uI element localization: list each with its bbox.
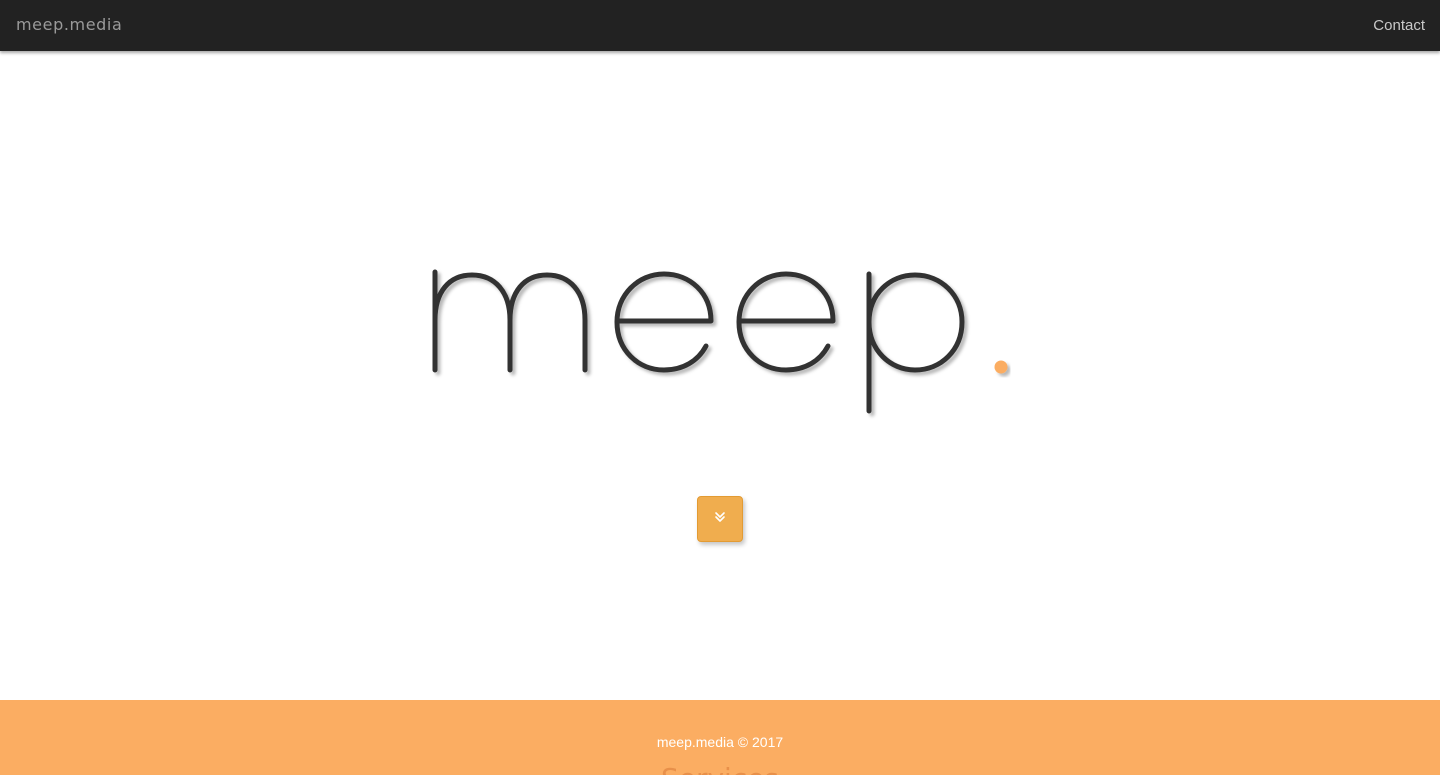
logo-letter-e-1	[614, 271, 714, 373]
hero-logo	[0, 250, 1440, 430]
double-chevron-down-icon	[714, 510, 726, 528]
nav-contact-link[interactable]: Contact	[1373, 17, 1425, 34]
services-section-title: Services	[0, 762, 1440, 775]
navbar: meep.media Contact	[0, 0, 1440, 51]
footer-copyright: meep.media © 2017	[656, 734, 784, 750]
hero-logo-mark	[432, 269, 1008, 414]
brand-link[interactable]: meep.media	[16, 15, 122, 34]
logo-letter-p	[866, 271, 965, 414]
footer: meep.media © 2017 Services	[0, 700, 1440, 775]
logo-letter-e-2	[736, 271, 836, 373]
scroll-down-button[interactable]	[697, 496, 743, 542]
logo-letter-m	[432, 269, 588, 373]
page: meep.media Contact meep.media © 2017	[0, 0, 1440, 775]
logo-dot	[994, 360, 1008, 374]
